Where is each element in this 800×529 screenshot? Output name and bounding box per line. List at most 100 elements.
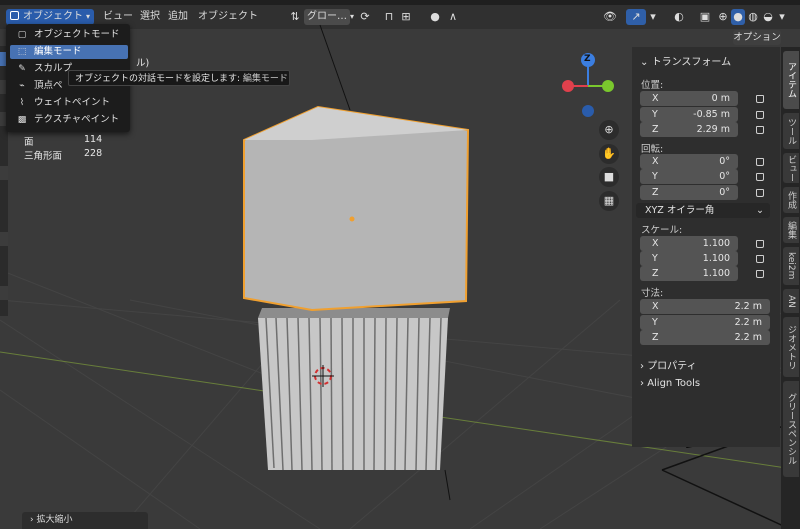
align-tools-panel-header[interactable]: › Align Tools	[640, 378, 700, 389]
field-value: 2.2 m	[734, 332, 762, 343]
field-value: 1.100	[702, 268, 730, 279]
edit-mode-icon: ⬚	[17, 47, 27, 57]
finned-cube[interactable]	[258, 308, 450, 471]
tab-item[interactable]: アイテム	[783, 51, 799, 109]
vertex-paint-icon: ⌁	[19, 81, 25, 91]
field-value: 0°	[719, 187, 730, 198]
add-cube-tool-icon[interactable]	[0, 286, 8, 300]
chevron-down-icon: ⌄	[640, 57, 649, 68]
dimensions-x-field[interactable]: X 2.2 m	[640, 299, 770, 314]
field-value: 2.2 m	[734, 317, 762, 328]
chevron-right-icon: ›	[640, 378, 644, 389]
lock-icon[interactable]	[756, 240, 764, 248]
dimensions-z-field[interactable]: Z 2.2 m	[640, 330, 770, 345]
field-value: 0°	[719, 156, 730, 167]
stat-triangles-label: 三角形面	[24, 151, 63, 162]
axis-label: Z	[652, 332, 659, 343]
field-value: 1.100	[702, 253, 730, 264]
scale-z-field[interactable]: Z 1.100	[640, 266, 738, 281]
dimensions-y-field[interactable]: Y 2.2 m	[640, 315, 770, 330]
axis-label: Z	[652, 268, 659, 279]
stats-overlay-partial: ル)	[136, 58, 150, 69]
stat-faces-value: 114	[84, 134, 103, 145]
weight-paint-icon: ⌇	[19, 98, 25, 108]
lock-icon[interactable]	[756, 189, 764, 197]
stat-faces-label: 面	[24, 137, 34, 148]
tab-tool[interactable]: ツール	[783, 113, 799, 149]
axis-label: X	[652, 301, 659, 312]
tooltip-text: オブジェクトの対話モードを設定します:	[75, 74, 241, 84]
zoom-icon[interactable]: ⊕	[599, 120, 619, 140]
field-value: 1.100	[702, 238, 730, 249]
chevron-right-icon: ›	[30, 515, 34, 525]
rotation-y-field[interactable]: Y 0°	[640, 169, 738, 184]
field-value: 2.2 m	[734, 301, 762, 312]
field-value: -0.85 m	[693, 109, 730, 120]
origin-point	[349, 216, 355, 222]
rotation-label: 回転:	[641, 144, 664, 155]
annotate-tool-icon[interactable]	[0, 232, 8, 246]
menu-item-object-mode[interactable]: ▢ オブジェクトモード	[10, 28, 128, 42]
lock-icon[interactable]	[756, 111, 764, 119]
menu-item-label: テクスチャペイント	[34, 114, 120, 125]
tab-view[interactable]: ビュー	[783, 153, 799, 183]
menu-item-label: スカルプ	[34, 63, 73, 74]
tab-kei2m[interactable]: kei2m	[783, 247, 799, 285]
axis-label: X	[652, 156, 659, 167]
hand-pan-icon[interactable]: ✋	[599, 144, 619, 164]
menu-item-weight-paint[interactable]: ⌇ ウェイトペイント	[10, 96, 128, 110]
location-z-field[interactable]: Z 2.29 m	[640, 122, 738, 137]
menu-item-edit-mode[interactable]: ⬚ 編集モード	[10, 45, 128, 59]
location-x-field[interactable]: X 0 m	[640, 91, 738, 106]
sidebar-panel: ⌄ トランスフォーム 位置: X 0 m Y -0.85 m Z 2.29 m 回転:…	[632, 47, 780, 447]
lock-icon[interactable]	[756, 158, 764, 166]
measure-tool-icon[interactable]	[0, 166, 8, 180]
menu-item-texture-paint[interactable]: ▩ テクスチャペイント	[10, 113, 128, 127]
rotation-x-field[interactable]: X 0°	[640, 154, 738, 169]
tab-create[interactable]: 作成	[783, 187, 799, 213]
tooltip-mode: 編集モード	[242, 74, 288, 84]
axis-label: X	[652, 238, 659, 249]
rotation-mode-dropdown[interactable]: XYZ オイラー角 ⌄	[636, 203, 770, 218]
axis-label: X	[652, 93, 659, 104]
scale-label: スケール:	[641, 225, 683, 236]
field-value: 0 m	[711, 93, 730, 104]
scale-y-field[interactable]: Y 1.100	[640, 251, 738, 266]
object-mode-icon: ▢	[17, 30, 27, 40]
lock-icon[interactable]	[756, 126, 764, 134]
camera-view-icon[interactable]: ■	[599, 167, 619, 187]
chevron-right-icon: ›	[640, 361, 644, 372]
tab-an[interactable]: AN	[783, 289, 799, 313]
sculpt-mode-icon: ✎	[18, 64, 26, 74]
last-operator-panel[interactable]: › 拡大縮小	[22, 512, 148, 529]
axis-label: Y	[652, 109, 658, 120]
selected-cube[interactable]	[243, 105, 470, 312]
gizmo-z-label: Z	[584, 54, 591, 64]
lock-icon[interactable]	[756, 95, 764, 103]
scale-x-field[interactable]: X 1.100	[640, 236, 738, 251]
location-y-field[interactable]: Y -0.85 m	[640, 107, 738, 122]
sidebar-tabs: アイテム ツール ビュー 作成 編集 kei2m AN ジオメトリ グリースペン…	[781, 47, 800, 529]
lock-icon[interactable]	[756, 255, 764, 263]
tab-grease-pencil[interactable]: グリースペンシル	[783, 381, 799, 477]
stat-triangles-value: 228	[84, 148, 103, 159]
perspective-grid-icon[interactable]: ▦	[599, 191, 619, 211]
menu-item-label: 頂点ペ	[34, 80, 63, 91]
transform-panel-header[interactable]: ⌄ トランスフォーム	[640, 53, 731, 68]
field-value: 0°	[719, 171, 730, 182]
tab-geometry[interactable]: ジオメトリ	[783, 317, 799, 377]
texture-paint-icon: ▩	[17, 115, 27, 125]
properties-panel-header[interactable]: › プロパティ	[640, 357, 697, 372]
lock-icon[interactable]	[756, 173, 764, 181]
menu-item-label: オブジェクトモード	[34, 29, 120, 40]
align-tools-title: Align Tools	[647, 378, 701, 389]
axis-label: Y	[652, 171, 658, 182]
menu-item-label: ウェイトペイント	[34, 97, 111, 108]
menu-item-label: 編集モード	[34, 46, 82, 57]
chevron-down-icon: ⌄	[756, 205, 764, 216]
tab-edit[interactable]: 編集	[783, 217, 799, 243]
mode-tooltip: オブジェクトの対話モードを設定します: 編集モード	[68, 70, 290, 86]
lock-icon[interactable]	[756, 270, 764, 278]
rotation-z-field[interactable]: Z 0°	[640, 185, 738, 200]
field-value: 2.29 m	[696, 124, 730, 135]
